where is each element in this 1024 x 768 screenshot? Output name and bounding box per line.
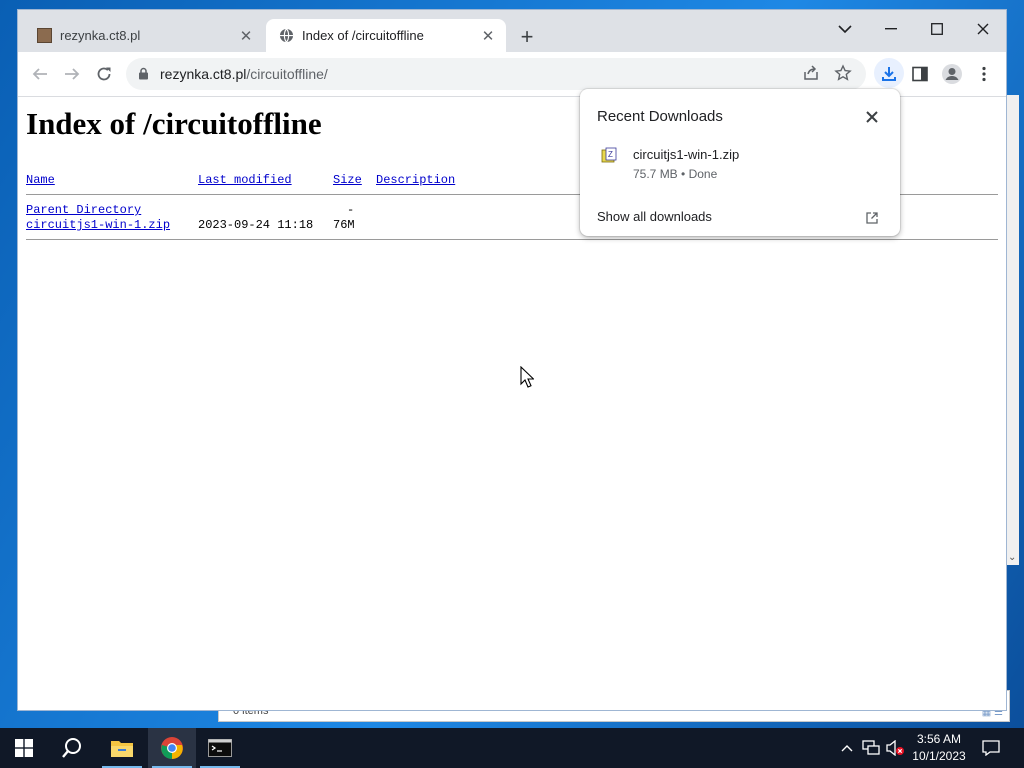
sort-by-name-link[interactable]: Name bbox=[26, 173, 55, 187]
divider bbox=[26, 239, 998, 240]
taskbar: 3:56 AM 10/1/2023 bbox=[0, 728, 1024, 768]
file-link[interactable]: circuitjs1-win-1.zip bbox=[26, 218, 170, 232]
explorer-scrollbar[interactable]: ⌄ bbox=[1006, 95, 1019, 565]
close-tab-icon[interactable]: ✕ bbox=[478, 26, 498, 46]
tab-rezynka[interactable]: rezynka.ct8.pl ✕ bbox=[24, 19, 264, 52]
sort-by-size-link[interactable]: Size bbox=[333, 173, 362, 187]
close-window-button[interactable] bbox=[960, 14, 1006, 44]
chrome-icon[interactable] bbox=[148, 728, 196, 768]
clock-date: 10/1/2023 bbox=[912, 749, 966, 763]
file-explorer-icon[interactable] bbox=[98, 728, 146, 768]
search-icon[interactable] bbox=[48, 728, 96, 768]
tab-strip: rezynka.ct8.pl ✕ Index of /circuitofflin… bbox=[18, 10, 1006, 52]
profile-avatar-icon[interactable] bbox=[938, 60, 966, 88]
size-cell: 76M bbox=[333, 218, 355, 232]
chevron-down-icon[interactable]: ⌄ bbox=[1008, 552, 1016, 563]
lock-icon[interactable] bbox=[138, 67, 149, 85]
tab-title: Index of /circuitoffline bbox=[302, 28, 424, 43]
volume-muted-icon[interactable] bbox=[884, 728, 906, 768]
notifications-icon[interactable] bbox=[980, 728, 1002, 768]
mouse-cursor-icon bbox=[520, 366, 534, 388]
size-cell: - bbox=[347, 203, 355, 217]
tab-search-chevron-icon[interactable] bbox=[822, 14, 868, 44]
url-host: rezynka.ct8.pl bbox=[160, 66, 247, 82]
forward-button[interactable] bbox=[58, 60, 86, 88]
browser-window: rezynka.ct8.pl ✕ Index of /circuitofflin… bbox=[18, 10, 1006, 710]
side-panel-icon[interactable] bbox=[906, 60, 934, 88]
modified-cell: 2023-09-24 11:18 bbox=[198, 218, 314, 232]
download-item[interactable]: Z circuitjs1-win-1.zip 75.7 MB • Done bbox=[580, 143, 900, 183]
globe-icon bbox=[278, 28, 294, 44]
sort-by-modified-link[interactable]: Last modified bbox=[198, 173, 292, 187]
page-title: Index of /circuitoffline bbox=[26, 106, 322, 141]
svg-text:Z: Z bbox=[608, 150, 613, 159]
tab-title: rezynka.ct8.pl bbox=[60, 28, 141, 43]
maximize-button[interactable] bbox=[914, 14, 960, 44]
close-tab-icon[interactable]: ✕ bbox=[236, 26, 256, 46]
network-icon[interactable] bbox=[860, 728, 882, 768]
address-bar[interactable]: rezynka.ct8.pl/circuitoffline/ bbox=[126, 58, 866, 90]
menu-kebab-icon[interactable] bbox=[970, 60, 998, 88]
show-all-downloads-link[interactable]: Show all downloads bbox=[597, 209, 712, 224]
downloads-title: Recent Downloads bbox=[597, 108, 723, 125]
reload-button[interactable] bbox=[90, 60, 118, 88]
downloads-bubble: Recent Downloads Z circuitjs1-win-1.zip … bbox=[580, 89, 900, 236]
parent-directory-link[interactable]: Parent Directory bbox=[26, 203, 141, 217]
download-status: Done bbox=[688, 167, 718, 181]
new-tab-button[interactable]: + bbox=[514, 24, 540, 50]
download-filename: circuitjs1-win-1.zip bbox=[633, 147, 740, 162]
terminal-icon[interactable] bbox=[196, 728, 244, 768]
site-favicon-icon bbox=[36, 28, 52, 44]
download-icon[interactable] bbox=[875, 60, 903, 88]
close-icon[interactable] bbox=[862, 107, 882, 127]
sort-by-description-link[interactable]: Description bbox=[376, 173, 455, 187]
chevron-up-icon[interactable] bbox=[836, 728, 858, 768]
clock[interactable]: 3:56 AM 10/1/2023 bbox=[906, 731, 972, 765]
start-button[interactable] bbox=[0, 728, 48, 768]
zip-file-icon: Z bbox=[600, 147, 617, 163]
clock-time: 3:56 AM bbox=[916, 732, 962, 746]
url-text[interactable]: rezynka.ct8.pl/circuitoffline/ bbox=[160, 66, 328, 82]
external-link-icon[interactable] bbox=[866, 211, 878, 229]
tab-index-circuitoffline[interactable]: Index of /circuitoffline ✕ bbox=[266, 19, 506, 52]
minimize-button[interactable] bbox=[868, 14, 914, 44]
download-size: 75.7 MB bbox=[633, 167, 678, 181]
bookmark-star-icon[interactable] bbox=[834, 64, 854, 84]
share-icon[interactable] bbox=[802, 64, 822, 84]
back-button[interactable] bbox=[26, 60, 54, 88]
url-path: /circuitoffline/ bbox=[246, 66, 328, 82]
download-meta: 75.7 MB • Done bbox=[633, 167, 718, 181]
